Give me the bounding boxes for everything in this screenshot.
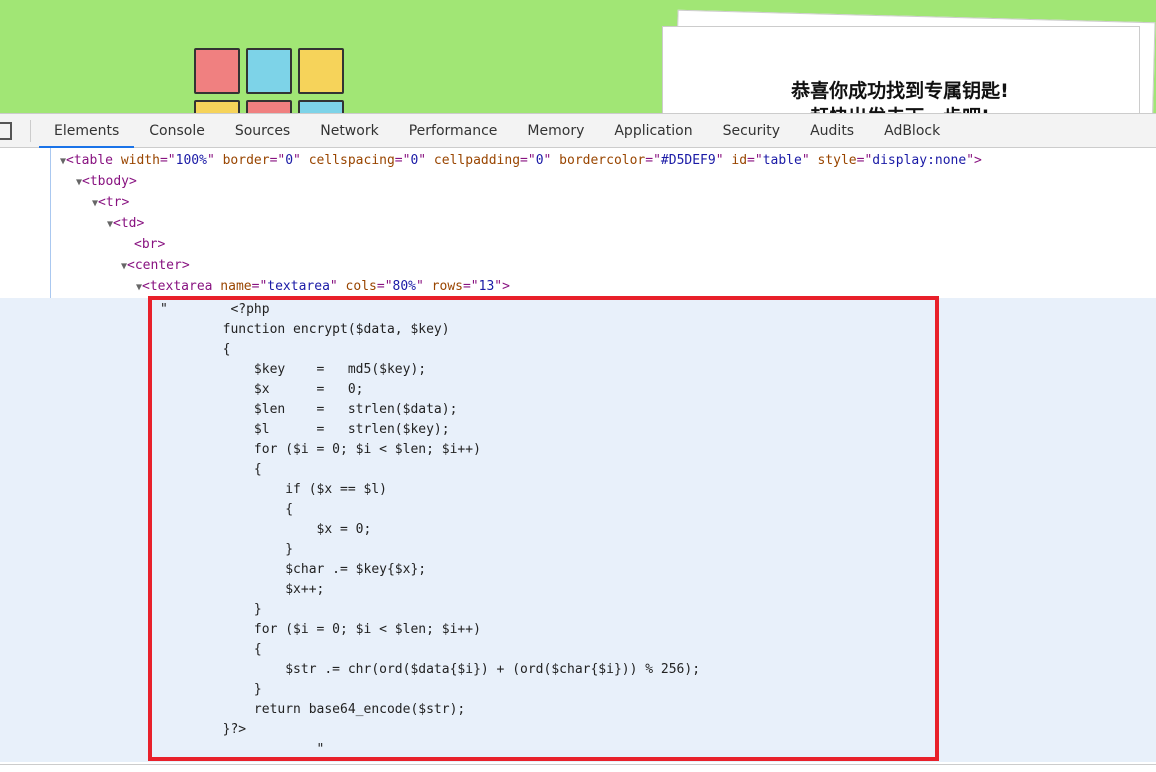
punct: =": [747, 153, 763, 168]
tag-name: <table: [66, 153, 113, 168]
punct: >: [974, 153, 982, 168]
attribute-value: display:none: [872, 153, 967, 168]
attribute-name: style: [809, 153, 857, 168]
divider: [0, 764, 1156, 765]
punct: =": [856, 153, 873, 168]
punct: ": [418, 153, 427, 168]
tile-pig: [298, 48, 344, 94]
attribute-value: 80%: [392, 279, 417, 294]
node-td[interactable]: ▼<td>: [107, 214, 144, 234]
punct: ": [494, 279, 503, 294]
punct: ": [416, 279, 424, 294]
attribute-value: 100%: [175, 153, 207, 168]
punct: ": [293, 153, 301, 168]
attribute-value: #D5DEF9: [660, 153, 716, 168]
tab-sources[interactable]: Sources: [220, 114, 305, 148]
tile-4: [194, 100, 240, 113]
punct: ": [715, 153, 724, 168]
node-table[interactable]: ▼<table width="100%" border="0" cellspac…: [60, 151, 982, 171]
tile-bird: [194, 48, 240, 94]
tag-center: <center>: [127, 258, 190, 273]
punct: =": [376, 279, 393, 294]
tag-tr: <tr>: [98, 195, 130, 210]
punct: =": [520, 153, 536, 168]
attribute-name: id: [723, 153, 748, 168]
tab-network[interactable]: Network: [305, 114, 393, 148]
tile-5: [246, 100, 292, 113]
tag-name: <textarea: [142, 279, 213, 294]
attribute-value: table: [762, 153, 802, 168]
divider: [30, 119, 31, 142]
cartoon-animals-image: [194, 48, 344, 113]
node-tr[interactable]: ▼<tr>: [92, 193, 129, 213]
message-line-2: 赶快出发去下一步吧!: [660, 104, 1140, 113]
attribute-value: 0: [285, 153, 294, 168]
attribute-name: cellspacing: [300, 153, 395, 168]
tag-tbody: <tbody>: [82, 174, 137, 189]
attribute-name: name: [212, 279, 252, 294]
inspect-element-icon[interactable]: [0, 121, 12, 140]
punct: =": [462, 279, 479, 294]
punct: ": [801, 153, 810, 168]
node-center[interactable]: ▼<center>: [121, 256, 190, 276]
punct: >: [502, 279, 510, 294]
attribute-value: textarea: [267, 279, 330, 294]
tab-application[interactable]: Application: [599, 114, 707, 148]
tab-audits[interactable]: Audits: [795, 114, 869, 148]
punct: =": [269, 153, 286, 168]
tab-elements[interactable]: Elements: [39, 114, 135, 148]
tab-performance[interactable]: Performance: [394, 114, 513, 148]
punct: ": [966, 153, 975, 168]
attribute-name: width: [113, 153, 160, 168]
attribute-name: border: [214, 153, 270, 168]
tab-console[interactable]: Console: [134, 114, 220, 148]
attribute-name: rows: [423, 279, 463, 294]
tab-memory[interactable]: Memory: [512, 114, 599, 148]
tile-chicken: [246, 48, 292, 94]
attribute-value: 0: [535, 153, 544, 168]
attribute-name: cellpadding: [426, 153, 521, 168]
punct: ": [329, 279, 338, 294]
attribute-name: bordercolor: [551, 153, 646, 168]
tag-br: <br>: [134, 237, 166, 252]
tile-6: [298, 100, 344, 113]
punct: =": [394, 153, 411, 168]
punct: =": [159, 153, 176, 168]
message-line-1: 恭喜你成功找到专属钥匙!: [791, 80, 1009, 102]
node-tbody[interactable]: ▼<tbody>: [76, 172, 137, 192]
punct: =": [251, 279, 268, 294]
tab-adblock[interactable]: AdBlock: [869, 114, 955, 148]
attribute-name: cols: [337, 279, 377, 294]
punct: ": [206, 153, 215, 168]
web-page: 恭喜你成功找到专属钥匙! 赶快出发去下一步吧!: [0, 0, 1156, 113]
tab-security[interactable]: Security: [708, 114, 796, 148]
node-br[interactable]: <br>: [134, 235, 165, 255]
tag-td: <td>: [113, 216, 145, 231]
attribute-value: 13: [478, 279, 495, 294]
highlight-annotation-box: [148, 296, 939, 761]
dom-tree: ▼<table width="100%" border="0" cellspac…: [0, 148, 1156, 772]
punct: =": [645, 153, 661, 168]
devtools-tab-bar: Elements Console Sources Network Perform…: [0, 113, 1156, 148]
node-textarea[interactable]: ▼<textarea name="textarea" cols="80%" ro…: [136, 277, 510, 297]
success-message: 恭喜你成功找到专属钥匙! 赶快出发去下一步吧!: [660, 78, 1140, 113]
